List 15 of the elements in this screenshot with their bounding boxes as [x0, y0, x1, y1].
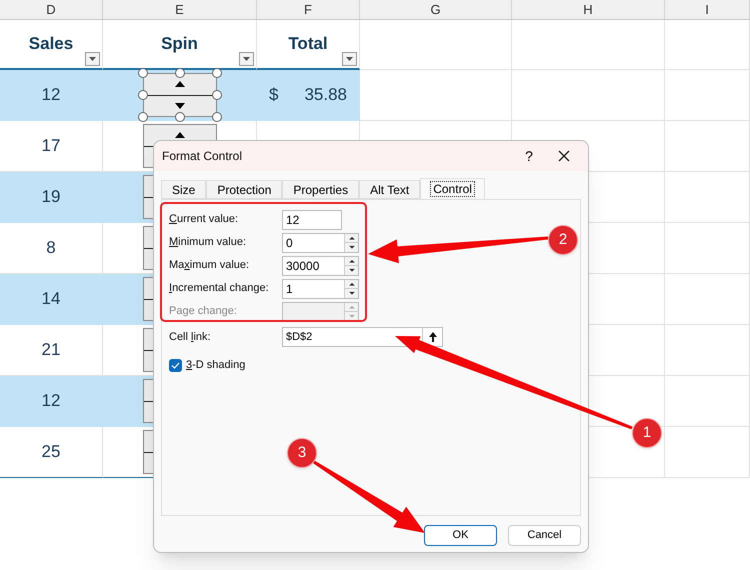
field-label: 3-D shading	[186, 358, 246, 373]
table-cell: 25	[0, 427, 103, 478]
step-marker: 1	[632, 418, 662, 448]
field-label: Minimum value:	[169, 235, 248, 250]
field-label: Maximum value:	[169, 258, 250, 274]
currency-symbol: $	[269, 84, 278, 106]
table-header: Sales	[28, 33, 74, 56]
field-label: Incremental change:	[169, 281, 270, 296]
field-label: Current value:	[169, 212, 240, 228]
cell-value: 35.88	[304, 84, 347, 106]
field-label: Cell link:	[169, 330, 212, 345]
field-label: Page change:	[169, 304, 238, 320]
table-header: Spin	[161, 33, 198, 56]
table-header: Total	[288, 33, 328, 56]
dialog-title: Format Control	[162, 148, 244, 165]
